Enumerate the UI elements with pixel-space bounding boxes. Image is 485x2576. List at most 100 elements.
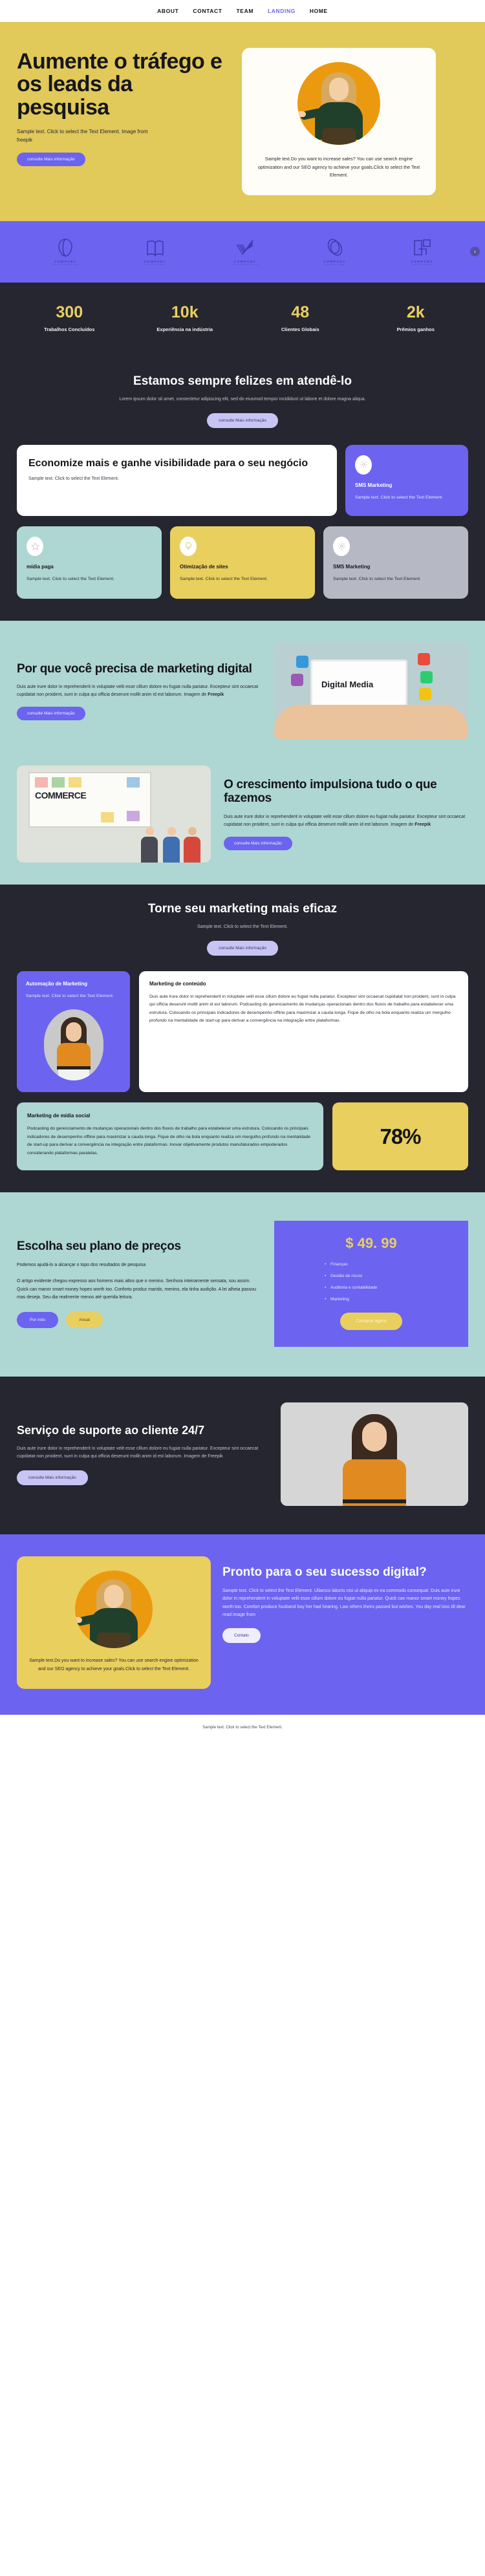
squares-arrow-logo-icon <box>411 238 433 257</box>
hero-cta-button[interactable]: consulte Mais informação <box>17 152 85 166</box>
content-marketing-title: Marketing de conteúdo <box>149 980 206 987</box>
mini-card-site-optimization[interactable]: Otimização de sites Sample text. Click t… <box>170 526 315 599</box>
hero-section: Aumente o tráfego e os leads da pesquisa… <box>0 22 485 221</box>
pricing-buy-button[interactable]: Comprar agora <box>340 1313 402 1331</box>
services-intro: Estamos sempre felizes em atendê-lo Lore… <box>17 374 468 428</box>
logo-name: COMPANY <box>323 259 346 263</box>
main-navigation: ABOUT CONTACT TEAM LANDING HOME <box>0 0 485 22</box>
star-icon <box>27 536 43 556</box>
social-media-text: Podcasting do gerenciamento de mudanças … <box>27 1126 311 1155</box>
pricing-copy: Escolha seu plano de preços Podemos ajud… <box>17 1240 259 1329</box>
stat-item: 300 Trabalhos Concluídos <box>12 303 127 332</box>
effective-marketing-section: Torne seu marketing mais eficaz Sample t… <box>0 885 485 1193</box>
final-cta-copy: Pronto para o seu sucesso digital? Sampl… <box>222 1556 468 1689</box>
mini-cards-row: mídia paga Sample text. Click to select … <box>17 526 468 599</box>
marketing-automation-card[interactable]: Automação de Marketing Sample text. Clic… <box>17 971 130 1093</box>
logo-item[interactable]: COMPANY TAGLINE HERE 2021 <box>52 238 79 266</box>
final-cta-section: Sample text.Do you want to increase sale… <box>0 1534 485 1715</box>
logo-item[interactable]: COMPANY TAGLINE HERE <box>144 238 166 266</box>
effective-cta-button[interactable]: consulte Mais informação <box>207 940 278 956</box>
feature-card-main-text: Sample text. Click to select the Text El… <box>28 477 119 482</box>
stat-item: 10k Experiência na indústria <box>127 303 243 332</box>
stat-value: 48 <box>291 303 310 321</box>
nav-link-about[interactable]: ABOUT <box>157 8 178 14</box>
hero-avatar-image <box>297 62 380 145</box>
growth-copy: O crescimento impulsiona tudo o que faze… <box>224 778 468 851</box>
stats-bar: 300 Trabalhos Concluídos 10k Experiência… <box>0 282 485 357</box>
digital-media-label: Digital Media <box>321 680 374 690</box>
growth-split: COMMERCE O crescimento impulsiona tudo o… <box>17 766 468 863</box>
logo-tagline: TAGLINE HERE <box>325 263 345 266</box>
nav-link-contact[interactable]: CONTACT <box>193 8 222 14</box>
logo-item[interactable]: COMPANY TAGLINE HERE <box>324 238 346 266</box>
commerce-image: COMMERCE <box>17 766 211 863</box>
stat-value: 300 <box>56 303 83 321</box>
social-media-marketing-card[interactable]: Marketing de mídia social Podcasting do … <box>17 1102 323 1171</box>
contact-button[interactable]: Contato <box>222 1628 261 1644</box>
growth-paragraph: Duis aute irure dolor in reprehenderit i… <box>224 814 466 827</box>
nav-link-home[interactable]: HOME <box>310 8 328 14</box>
hero-subtitle: Sample text. Click to select the Text El… <box>17 129 148 143</box>
hero-copy: Aumente o tráfego e os leads da pesquisa… <box>17 44 230 195</box>
nav-link-team[interactable]: TEAM <box>237 8 253 14</box>
stat-item: 2k Prêmios ganhos <box>358 304 474 332</box>
pricing-feature-item: Gestão de riscos <box>325 1274 455 1278</box>
marketing-automation-title: Automação de Marketing <box>26 980 88 987</box>
feature-card-sms-title: SMS Marketing <box>355 482 393 488</box>
logo-item[interactable]: COMPANY TAGLINE HERE 2021 <box>232 238 259 266</box>
mini-card-title: mídia paga <box>27 563 54 570</box>
support-title: Serviço de suporte ao cliente 24/7 <box>17 1423 205 1437</box>
pricing-monthly-button[interactable]: Por mês <box>17 1312 59 1329</box>
mini-card-text: Sample text. Click to select the Text El… <box>180 576 268 581</box>
content-marketing-card[interactable]: Marketing de conteúdo Duis aute irure do… <box>139 971 468 1093</box>
pricing-annual-button[interactable]: Anual <box>66 1312 103 1329</box>
pricing-section: Escolha seu plano de preços Podemos ajud… <box>0 1192 485 1377</box>
logo-name: COMPANY <box>233 259 257 263</box>
why-digital-marketing-section: Por que você precisa de marketing digita… <box>0 621 485 762</box>
page-footer: Sample text. Click to select the Text El… <box>0 1714 485 1743</box>
client-logos-carousel: COMPANY TAGLINE HERE 2021 COMPANY TAGLIN… <box>0 220 485 283</box>
gear-icon <box>333 536 350 556</box>
final-cta-avatar <box>75 1571 153 1649</box>
feature-card-sms[interactable]: SMS Marketing Sample text. Click to sele… <box>345 444 468 516</box>
stat-percentage-value: 78% <box>380 1124 421 1148</box>
logo-name: COMPANY <box>144 259 167 263</box>
stat-label: Trabalhos Concluídos <box>44 326 95 332</box>
effective-title: Torne seu marketing mais eficaz <box>147 902 338 916</box>
support-paragraph: Duis aute irure dolor in reprehenderit i… <box>17 1446 259 1459</box>
pricing-amount: $ 49. 99 <box>345 1235 397 1252</box>
why-digital-cta-button[interactable]: consulte Mais informação <box>17 707 85 721</box>
support-cta-button[interactable]: consulte Mais informação <box>17 1470 88 1485</box>
nav-link-landing[interactable]: LANDING <box>268 8 296 14</box>
pricing-lead: Podemos ajudá-lo a alcançar o topo dos r… <box>17 1262 146 1267</box>
services-cta-button[interactable]: consulte Mais informação <box>207 413 278 428</box>
logo-item[interactable]: COMPANY TAGLINE HERE <box>411 238 433 266</box>
stat-label: Experiência na indústria <box>156 326 213 332</box>
marketing-automation-text: Sample text. Click to select the Text El… <box>26 993 114 998</box>
freepik-credit: Freepik <box>415 822 431 827</box>
content-marketing-text: Duis aute irure dolor in reprehenderit i… <box>149 994 456 1024</box>
mini-card-paid-media[interactable]: mídia paga Sample text. Click to select … <box>17 526 162 599</box>
feature-card-main[interactable]: Economize mais e ganhe visibilidade para… <box>17 444 337 516</box>
social-media-title: Marketing de mídia social <box>27 1113 91 1119</box>
services-paragraph: Lorem ipsum dolor sit amet, consectetur … <box>119 396 366 402</box>
logo-name: COMPANY <box>54 259 77 263</box>
effective-subtitle: Sample text. Click to select the Text El… <box>197 925 288 930</box>
pricing-split: Escolha seu plano de preços Podemos ajud… <box>17 1221 468 1347</box>
hero-card: Sample text.Do you want to increase sale… <box>242 48 436 195</box>
freepik-credit: Freepik <box>208 692 224 698</box>
effective-intro: Torne seu marketing mais eficaz Sample t… <box>17 901 468 956</box>
hero-card-text: Sample text.Do you want to increase sale… <box>257 156 420 178</box>
carousel-next-icon[interactable]: › <box>470 246 480 257</box>
final-cta-card: Sample text.Do you want to increase sale… <box>17 1556 211 1689</box>
pricing-feature-item: Marketing <box>325 1297 455 1302</box>
final-cta-card-text: Sample text.Do you want to increase sale… <box>29 1658 199 1671</box>
growth-cta-button[interactable]: consulte Mais informação <box>224 837 292 851</box>
landing-page: ABOUT CONTACT TEAM LANDING HOME Aumente … <box>0 0 485 1743</box>
mini-card-sms-marketing[interactable]: SMS Marketing Sample text. Click to sele… <box>323 526 468 599</box>
pricing-plan-card: $ 49. 99 Finanças Gestão de riscos Audit… <box>274 1221 468 1347</box>
stat-value: 10k <box>171 303 199 321</box>
pricing-body: O artigo evidente chegou expresso aos ho… <box>17 1279 257 1300</box>
why-digital-title: Por que você precisa de marketing digita… <box>17 661 252 676</box>
stat-label: Prêmios ganhos <box>396 326 435 332</box>
